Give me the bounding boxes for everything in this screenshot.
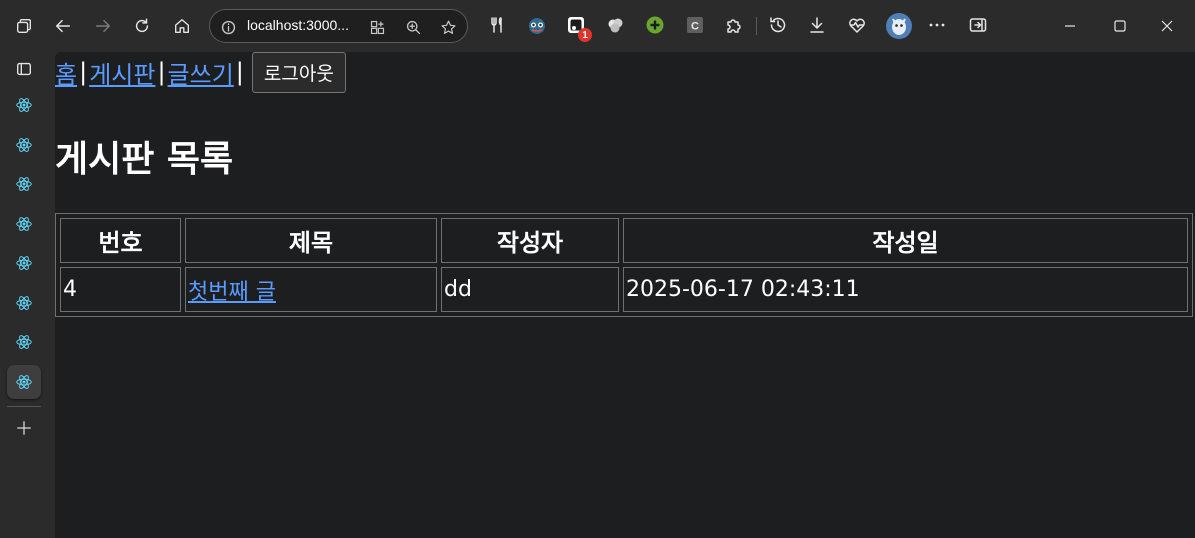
nav-separator: | bbox=[157, 58, 166, 86]
nav-link-board[interactable]: 게시판 bbox=[89, 55, 155, 90]
toolbar-divider bbox=[756, 17, 757, 35]
react-icon bbox=[15, 96, 33, 114]
table-header-row: 번호 제목 작성자 작성일 bbox=[60, 218, 1188, 263]
vertical-tab-6[interactable] bbox=[7, 286, 41, 320]
vertical-tab-1[interactable] bbox=[7, 88, 41, 122]
back-icon[interactable] bbox=[46, 9, 80, 43]
board-table: 번호 제목 작성자 작성일 4 첫번째 글 dd 2025-06-17 02:4… bbox=[55, 213, 1193, 317]
address-bar[interactable]: localhost:3000... bbox=[209, 9, 468, 43]
home-icon[interactable] bbox=[165, 9, 199, 43]
vertical-tab-4[interactable] bbox=[7, 207, 41, 241]
react-icon bbox=[15, 175, 33, 193]
vertical-tab-7[interactable] bbox=[7, 325, 41, 359]
svg-text:C: C bbox=[691, 21, 699, 33]
refresh-icon[interactable] bbox=[125, 9, 159, 43]
history-icon[interactable] bbox=[767, 14, 789, 36]
new-tab-icon[interactable] bbox=[7, 411, 41, 445]
profile-avatar[interactable] bbox=[886, 13, 912, 39]
site-info-icon[interactable] bbox=[218, 17, 238, 37]
react-icon bbox=[15, 215, 33, 233]
app-available-icon[interactable] bbox=[367, 17, 387, 37]
favorite-star-icon[interactable] bbox=[438, 17, 458, 37]
post-title-link[interactable]: 첫번째 글 bbox=[188, 280, 276, 305]
nav-link-write[interactable]: 글쓰기 bbox=[168, 55, 234, 90]
url-text[interactable]: localhost:3000... bbox=[247, 17, 349, 33]
workspaces-icon[interactable] bbox=[7, 9, 41, 43]
top-nav: 홈 | 게시판 | 글쓰기 | 로그아웃 bbox=[55, 51, 346, 93]
nav-separator: | bbox=[235, 58, 244, 86]
react-icon bbox=[15, 294, 33, 312]
vertical-tab-8[interactable] bbox=[7, 364, 41, 399]
vertical-tab-2[interactable] bbox=[7, 128, 41, 162]
column-header-title: 제목 bbox=[185, 218, 437, 263]
spy-mask-icon[interactable] bbox=[526, 14, 548, 36]
tab-strip-divider bbox=[7, 406, 41, 407]
vertical-tab-3[interactable] bbox=[7, 167, 41, 201]
post-title-cell: 첫번째 글 bbox=[185, 267, 437, 312]
page-title: 게시판 목록 bbox=[55, 139, 234, 180]
react-icon bbox=[15, 254, 33, 272]
extension-badge-count: 1 bbox=[582, 29, 588, 41]
extension-badge: 1 bbox=[578, 28, 592, 42]
extensions-puzzle-icon[interactable] bbox=[723, 14, 745, 36]
table-row: 4 첫번째 글 dd 2025-06-17 02:43:11 bbox=[60, 267, 1188, 312]
nav-link-home[interactable]: 홈 bbox=[55, 55, 77, 90]
page-content: 홈 | 게시판 | 글쓰기 | 로그아웃 게시판 목록 번호 제목 작성자 작성… bbox=[55, 51, 1195, 538]
fork-knife-icon[interactable] bbox=[486, 14, 508, 36]
post-number: 4 bbox=[60, 267, 181, 312]
column-header-number: 번호 bbox=[60, 218, 181, 263]
post-date: 2025-06-17 02:43:11 bbox=[623, 267, 1188, 312]
maximize-icon[interactable] bbox=[1100, 9, 1140, 43]
nav-separator: | bbox=[79, 58, 88, 86]
react-icon bbox=[15, 373, 33, 391]
column-header-author: 작성자 bbox=[441, 218, 619, 263]
post-author: dd bbox=[441, 267, 619, 312]
react-icon bbox=[15, 136, 33, 154]
download-icon[interactable] bbox=[806, 14, 828, 36]
browser-window: localhost:3000... 1 C 홈 | 게시판 | 글쓰기 | 로그… bbox=[0, 0, 1195, 538]
c-extension-icon[interactable]: C bbox=[684, 14, 706, 36]
logout-button[interactable]: 로그아웃 bbox=[251, 51, 346, 93]
more-menu-icon[interactable] bbox=[926, 14, 948, 36]
browser-toolbar: localhost:3000... 1 C bbox=[0, 0, 1195, 52]
green-plus-icon[interactable] bbox=[644, 14, 666, 36]
vertical-tab-5[interactable] bbox=[7, 246, 41, 280]
zoom-icon[interactable] bbox=[403, 17, 423, 37]
health-heart-icon[interactable] bbox=[846, 14, 868, 36]
close-icon[interactable] bbox=[1147, 9, 1187, 43]
column-header-date: 작성일 bbox=[623, 218, 1188, 263]
sidebar-toggle-icon[interactable] bbox=[967, 14, 989, 36]
minimize-icon[interactable] bbox=[1050, 9, 1090, 43]
forward-icon[interactable] bbox=[86, 9, 120, 43]
react-icon bbox=[15, 333, 33, 351]
cloud-extension-icon[interactable] bbox=[605, 14, 627, 36]
tab-actions-icon[interactable] bbox=[7, 52, 41, 86]
vertical-tab-strip bbox=[0, 52, 55, 538]
